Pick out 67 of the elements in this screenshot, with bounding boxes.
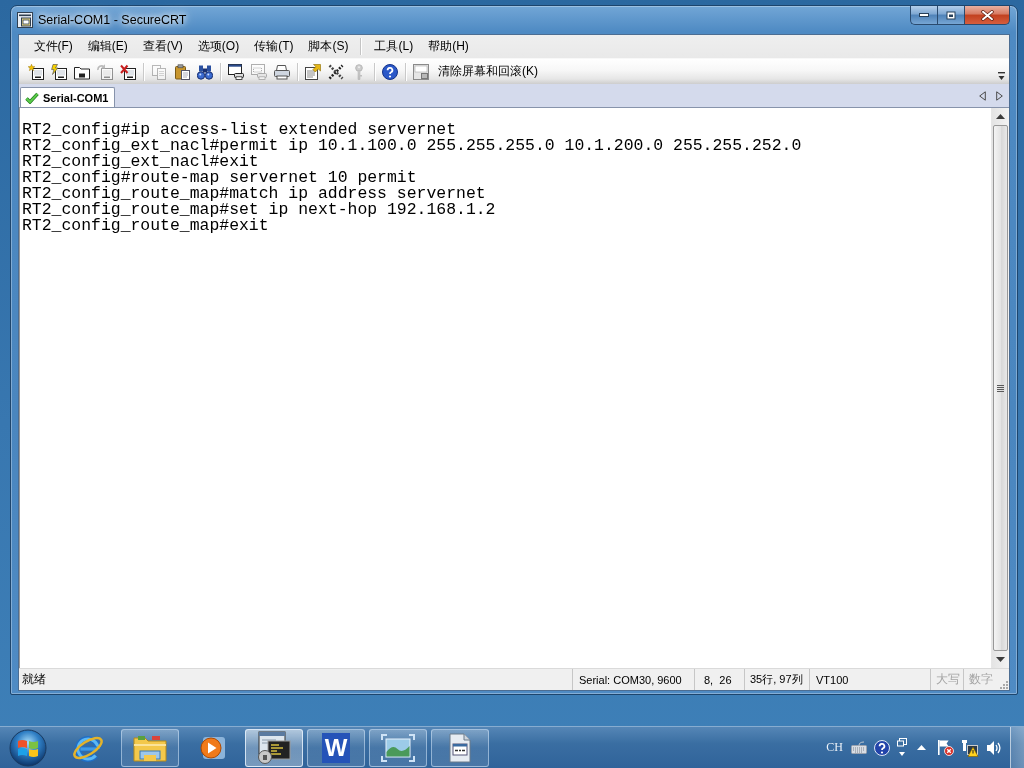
help-icon [382, 63, 398, 80]
menu-item[interactable]: 编辑(E) [80, 37, 136, 56]
menu-item[interactable]: 选项(O) [190, 37, 247, 56]
copy-icon [151, 63, 167, 80]
window-printer-icon [251, 63, 267, 80]
up-triangle-icon[interactable] [917, 745, 926, 750]
terminal-lightning-icon [51, 63, 67, 80]
menu-item[interactable]: 帮助(H) [420, 37, 477, 56]
status-message: 就绪 [21, 671, 47, 688]
maximize-icon [946, 10, 956, 20]
status-field: 35行, 97列 [744, 669, 809, 690]
menu-item[interactable]: 传输(T) [246, 37, 301, 56]
taskbar-button[interactable]: W [307, 728, 365, 767]
terminal-cross-icon [120, 63, 136, 80]
terminal-star-icon [28, 63, 44, 80]
key-indicator: 数字 [963, 669, 996, 690]
clipboard-icon [174, 63, 190, 80]
keyboard-icon[interactable] [851, 741, 867, 754]
up-arrow-icon[interactable] [996, 114, 1005, 119]
close-button[interactable] [964, 6, 1010, 25]
status-field: Serial: COM30, 9600 [572, 669, 694, 690]
down-arrow-icon[interactable] [996, 657, 1005, 662]
terminal-line: RT2_config_route_map#match ip address servernet [22, 186, 486, 202]
close-icon [980, 9, 994, 21]
status-field: VT100 [809, 669, 930, 690]
window-eraser-icon [413, 63, 429, 80]
start-orb-icon [8, 728, 47, 767]
session-tab[interactable]: Serial-COM1 [20, 87, 116, 107]
resize-grip-icon[interactable] [998, 679, 1008, 689]
minimize-button[interactable] [910, 6, 937, 25]
chevron-down-icon[interactable] [998, 72, 1005, 81]
clear-screen-button[interactable]: 清除屏幕和回滚(K) [410, 60, 542, 83]
terminal-line: RT2_config_route_map#set ip next-hop 192.168.1.2 [22, 202, 496, 218]
terminal-arrow-icon [97, 63, 113, 80]
menu-item[interactable]: 脚本(S) [301, 37, 356, 56]
printer-icon [274, 63, 290, 80]
scroll-thumb[interactable] [993, 125, 1008, 651]
minimize-icon [919, 13, 929, 17]
menu-item[interactable]: 工具(L) [367, 37, 421, 56]
network-warning-icon[interactable] [961, 738, 979, 757]
maximize-button[interactable] [937, 6, 964, 25]
menu-item[interactable]: 文件(F) [26, 37, 81, 56]
app-logo: W [322, 732, 350, 763]
speaker-icon[interactable] [986, 739, 1001, 756]
terminal-line: RT2_config#route-map servernet 10 permit [22, 170, 417, 186]
key-indicator: 大写 [930, 669, 963, 690]
terminal-line: RT2_config_ext_nacl#exit [22, 154, 259, 170]
landscape-icon [380, 732, 416, 763]
help-icon[interactable] [874, 739, 890, 756]
crossed-tools-icon [328, 63, 344, 80]
terminal-line: RT2_config_route_map#exit [22, 218, 269, 234]
status-field: 8, 26 [694, 669, 744, 690]
flag-cross-icon[interactable] [937, 739, 954, 756]
binoculars-icon [197, 63, 213, 80]
right-triangle-icon[interactable] [996, 90, 1003, 101]
terminal-line: RT2_config#ip access-list extended servernet [22, 122, 457, 138]
terminal-lock-icon [256, 730, 292, 765]
language-indicator[interactable]: CH [826, 740, 843, 755]
left-triangle-icon[interactable] [979, 90, 986, 101]
window-arrow-icon[interactable] [897, 737, 907, 758]
window-title: Serial-COM1 - SecureCRT [38, 13, 187, 27]
document-window-icon [447, 732, 473, 763]
terminal-line: RT2_config_ext_nacl#permit ip 10.1.100.0 255.255.255.0 10.1.200.0 255.255.252.0 [22, 138, 802, 154]
taskbar-button[interactable] [245, 728, 303, 767]
menu-item[interactable]: 查看(V) [135, 37, 191, 56]
window-printer-icon [228, 63, 244, 80]
vertical-scrollbar[interactable] [991, 108, 1009, 668]
